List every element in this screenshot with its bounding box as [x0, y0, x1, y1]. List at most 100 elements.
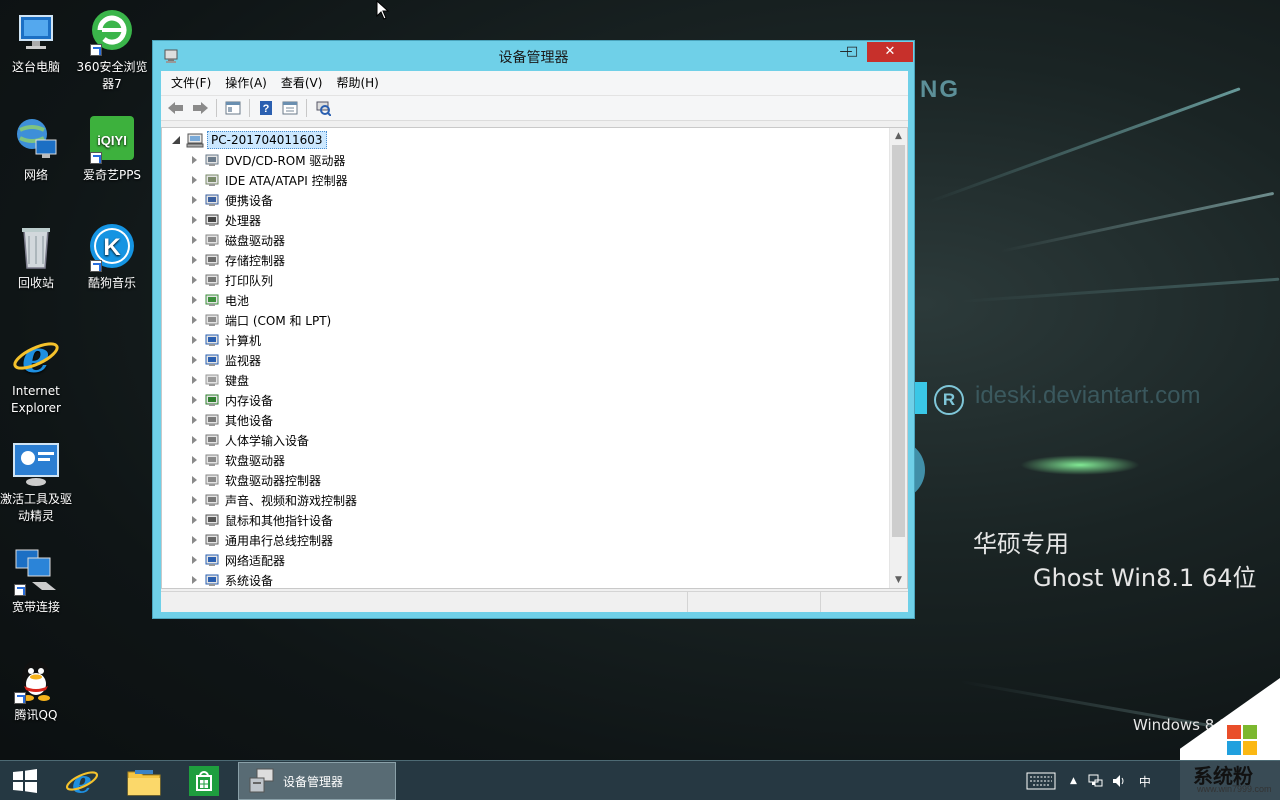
expand-arrow-icon[interactable]	[192, 276, 197, 284]
tree-category[interactable]: 端口 (COM 和 LPT)	[192, 310, 331, 330]
scrollbar-thumb[interactable]	[892, 145, 905, 537]
expand-arrow-icon[interactable]	[192, 516, 197, 524]
tree-category[interactable]: 网络适配器	[192, 550, 285, 570]
tree-category-label: 端口 (COM 和 LPT)	[225, 313, 332, 328]
expand-arrow-icon[interactable]	[192, 216, 197, 224]
desktop-icon-qq[interactable]: 腾讯QQ	[0, 656, 72, 724]
scroll-down-icon[interactable]: ▼	[890, 572, 907, 588]
expand-arrow-icon[interactable]	[192, 296, 197, 304]
expand-arrow-icon[interactable]	[192, 176, 197, 184]
toolbar-separator	[249, 99, 250, 117]
scan-hardware-button[interactable]	[312, 98, 334, 118]
vertical-scrollbar[interactable]: ▲ ▼	[889, 128, 907, 588]
wallpaper-streak	[999, 191, 1275, 253]
expand-arrow-icon[interactable]	[192, 496, 197, 504]
ime-indicator[interactable]: 中	[1139, 773, 1151, 790]
tree-category[interactable]: 便携设备	[192, 190, 273, 210]
maximize-button[interactable]: □	[839, 42, 865, 62]
system-tray: ▲ 中	[1026, 761, 1151, 800]
network-status-icon[interactable]	[1087, 773, 1103, 789]
tree-category[interactable]: 人体学输入设备	[192, 430, 309, 450]
view-button[interactable]	[279, 98, 301, 118]
windows-flag-icon	[1227, 725, 1257, 755]
expand-arrow-icon[interactable]	[192, 456, 197, 464]
tree-category[interactable]: 处理器	[192, 210, 261, 230]
tree-category-label: 存储控制器	[225, 253, 286, 268]
desktop-icon-360-browser[interactable]: 360安全浏览器7	[76, 8, 148, 93]
tree-category-label: 计算机	[225, 333, 262, 348]
expand-arrow-icon[interactable]	[192, 476, 197, 484]
taskbar-store[interactable]	[174, 761, 234, 800]
tree-category[interactable]: 系统设备	[192, 570, 273, 588]
expand-arrow-icon[interactable]	[192, 576, 197, 584]
expand-arrow-icon[interactable]	[192, 356, 197, 364]
menu-help[interactable]: 帮助(H)	[329, 71, 385, 95]
keyboard-icon[interactable]	[1026, 772, 1056, 790]
desktop-icon-label: 这台电脑	[11, 60, 60, 74]
tree-category[interactable]: 软盘驱动器	[192, 450, 285, 470]
expand-arrow-icon[interactable]	[192, 256, 197, 264]
scroll-up-icon[interactable]: ▲	[890, 128, 907, 144]
tree-category-label: 打印队列	[225, 273, 274, 288]
desktop-icon-network[interactable]: 网络	[0, 116, 72, 184]
desktop-icon-label: Internet Explorer	[11, 384, 61, 415]
expand-arrow-icon[interactable]	[192, 376, 197, 384]
tree-category[interactable]: 磁盘驱动器	[192, 230, 285, 250]
port-icon	[205, 314, 219, 326]
expand-arrow-icon[interactable]	[192, 536, 197, 544]
expand-arrow-icon[interactable]	[192, 316, 197, 324]
tree-category[interactable]: 存储控制器	[192, 250, 285, 270]
expand-arrow-icon[interactable]	[192, 556, 197, 564]
help-button[interactable]: ?	[255, 98, 277, 118]
taskbar-ie[interactable]: e	[52, 761, 112, 800]
tree-category[interactable]: 键盘	[192, 370, 249, 390]
desktop-icon-this-pc[interactable]: 这台电脑	[0, 8, 72, 76]
desktop-icon-broadband[interactable]: 宽带连接	[0, 548, 72, 616]
desktop-icon-iqiyi[interactable]: iQIYI 爱奇艺PPS	[76, 116, 148, 184]
svg-text:K: K	[103, 234, 121, 261]
menu-file[interactable]: 文件(F)	[164, 71, 218, 95]
shortcut-arrow-icon	[14, 692, 26, 704]
expand-arrow-icon[interactable]	[192, 396, 197, 404]
desktop-icon-internet-explorer[interactable]: e Internet Explorer	[0, 332, 72, 417]
expand-arrow-icon[interactable]	[192, 236, 197, 244]
properties-button[interactable]	[222, 98, 244, 118]
tree-category[interactable]: 电池	[192, 290, 249, 310]
desktop-icon-kugou[interactable]: K 酷狗音乐	[76, 224, 148, 292]
desktop-icon-recycle-bin[interactable]: 回收站	[0, 224, 72, 292]
tree-root[interactable]: PC-201704011603	[172, 130, 327, 150]
wallpaper-glow	[1020, 455, 1140, 475]
expand-arrow-icon[interactable]	[192, 336, 197, 344]
expand-arrow-icon[interactable]	[192, 196, 197, 204]
tree-category[interactable]: 监视器	[192, 350, 261, 370]
tray-overflow-icon[interactable]: ▲	[1070, 776, 1077, 786]
tree-category[interactable]: IDE ATA/ATAPI 控制器	[192, 170, 348, 190]
tree-category[interactable]: 其他设备	[192, 410, 273, 430]
expand-arrow-icon[interactable]	[192, 156, 197, 164]
expand-arrow-icon[interactable]	[192, 416, 197, 424]
expand-arrow-icon[interactable]	[192, 436, 197, 444]
forward-button[interactable]	[189, 98, 211, 118]
title-bar[interactable]: 设备管理器 — □ ✕	[153, 41, 914, 71]
tree-category[interactable]: 声音、视频和游戏控制器	[192, 490, 357, 510]
start-button[interactable]	[0, 761, 50, 800]
tree-category[interactable]: 计算机	[192, 330, 261, 350]
menu-view[interactable]: 查看(V)	[274, 71, 330, 95]
tree-category[interactable]: 通用串行总线控制器	[192, 530, 333, 550]
volume-icon[interactable]	[1111, 773, 1127, 789]
tree-category[interactable]: DVD/CD-ROM 驱动器	[192, 150, 345, 170]
taskbar-file-explorer[interactable]	[114, 761, 174, 800]
tree-category[interactable]: 鼠标和其他指针设备	[192, 510, 333, 530]
menu-action[interactable]: 操作(A)	[218, 71, 274, 95]
back-button[interactable]	[165, 98, 187, 118]
collapse-arrow-icon[interactable]	[172, 136, 180, 144]
tree-category[interactable]: 软盘驱动器控制器	[192, 470, 321, 490]
close-button[interactable]: ✕	[867, 42, 913, 62]
tree-category[interactable]: 内存设备	[192, 390, 273, 410]
iqiyi-icon: iQIYI	[88, 116, 136, 164]
desktop-icon-activation-tool[interactable]: 激活工具及驱动精灵	[0, 440, 72, 525]
tree-category[interactable]: 打印队列	[192, 270, 273, 290]
svg-text:e: e	[72, 764, 92, 798]
taskbar-device-manager[interactable]: 设备管理器	[238, 762, 396, 800]
sound-icon	[205, 494, 219, 506]
